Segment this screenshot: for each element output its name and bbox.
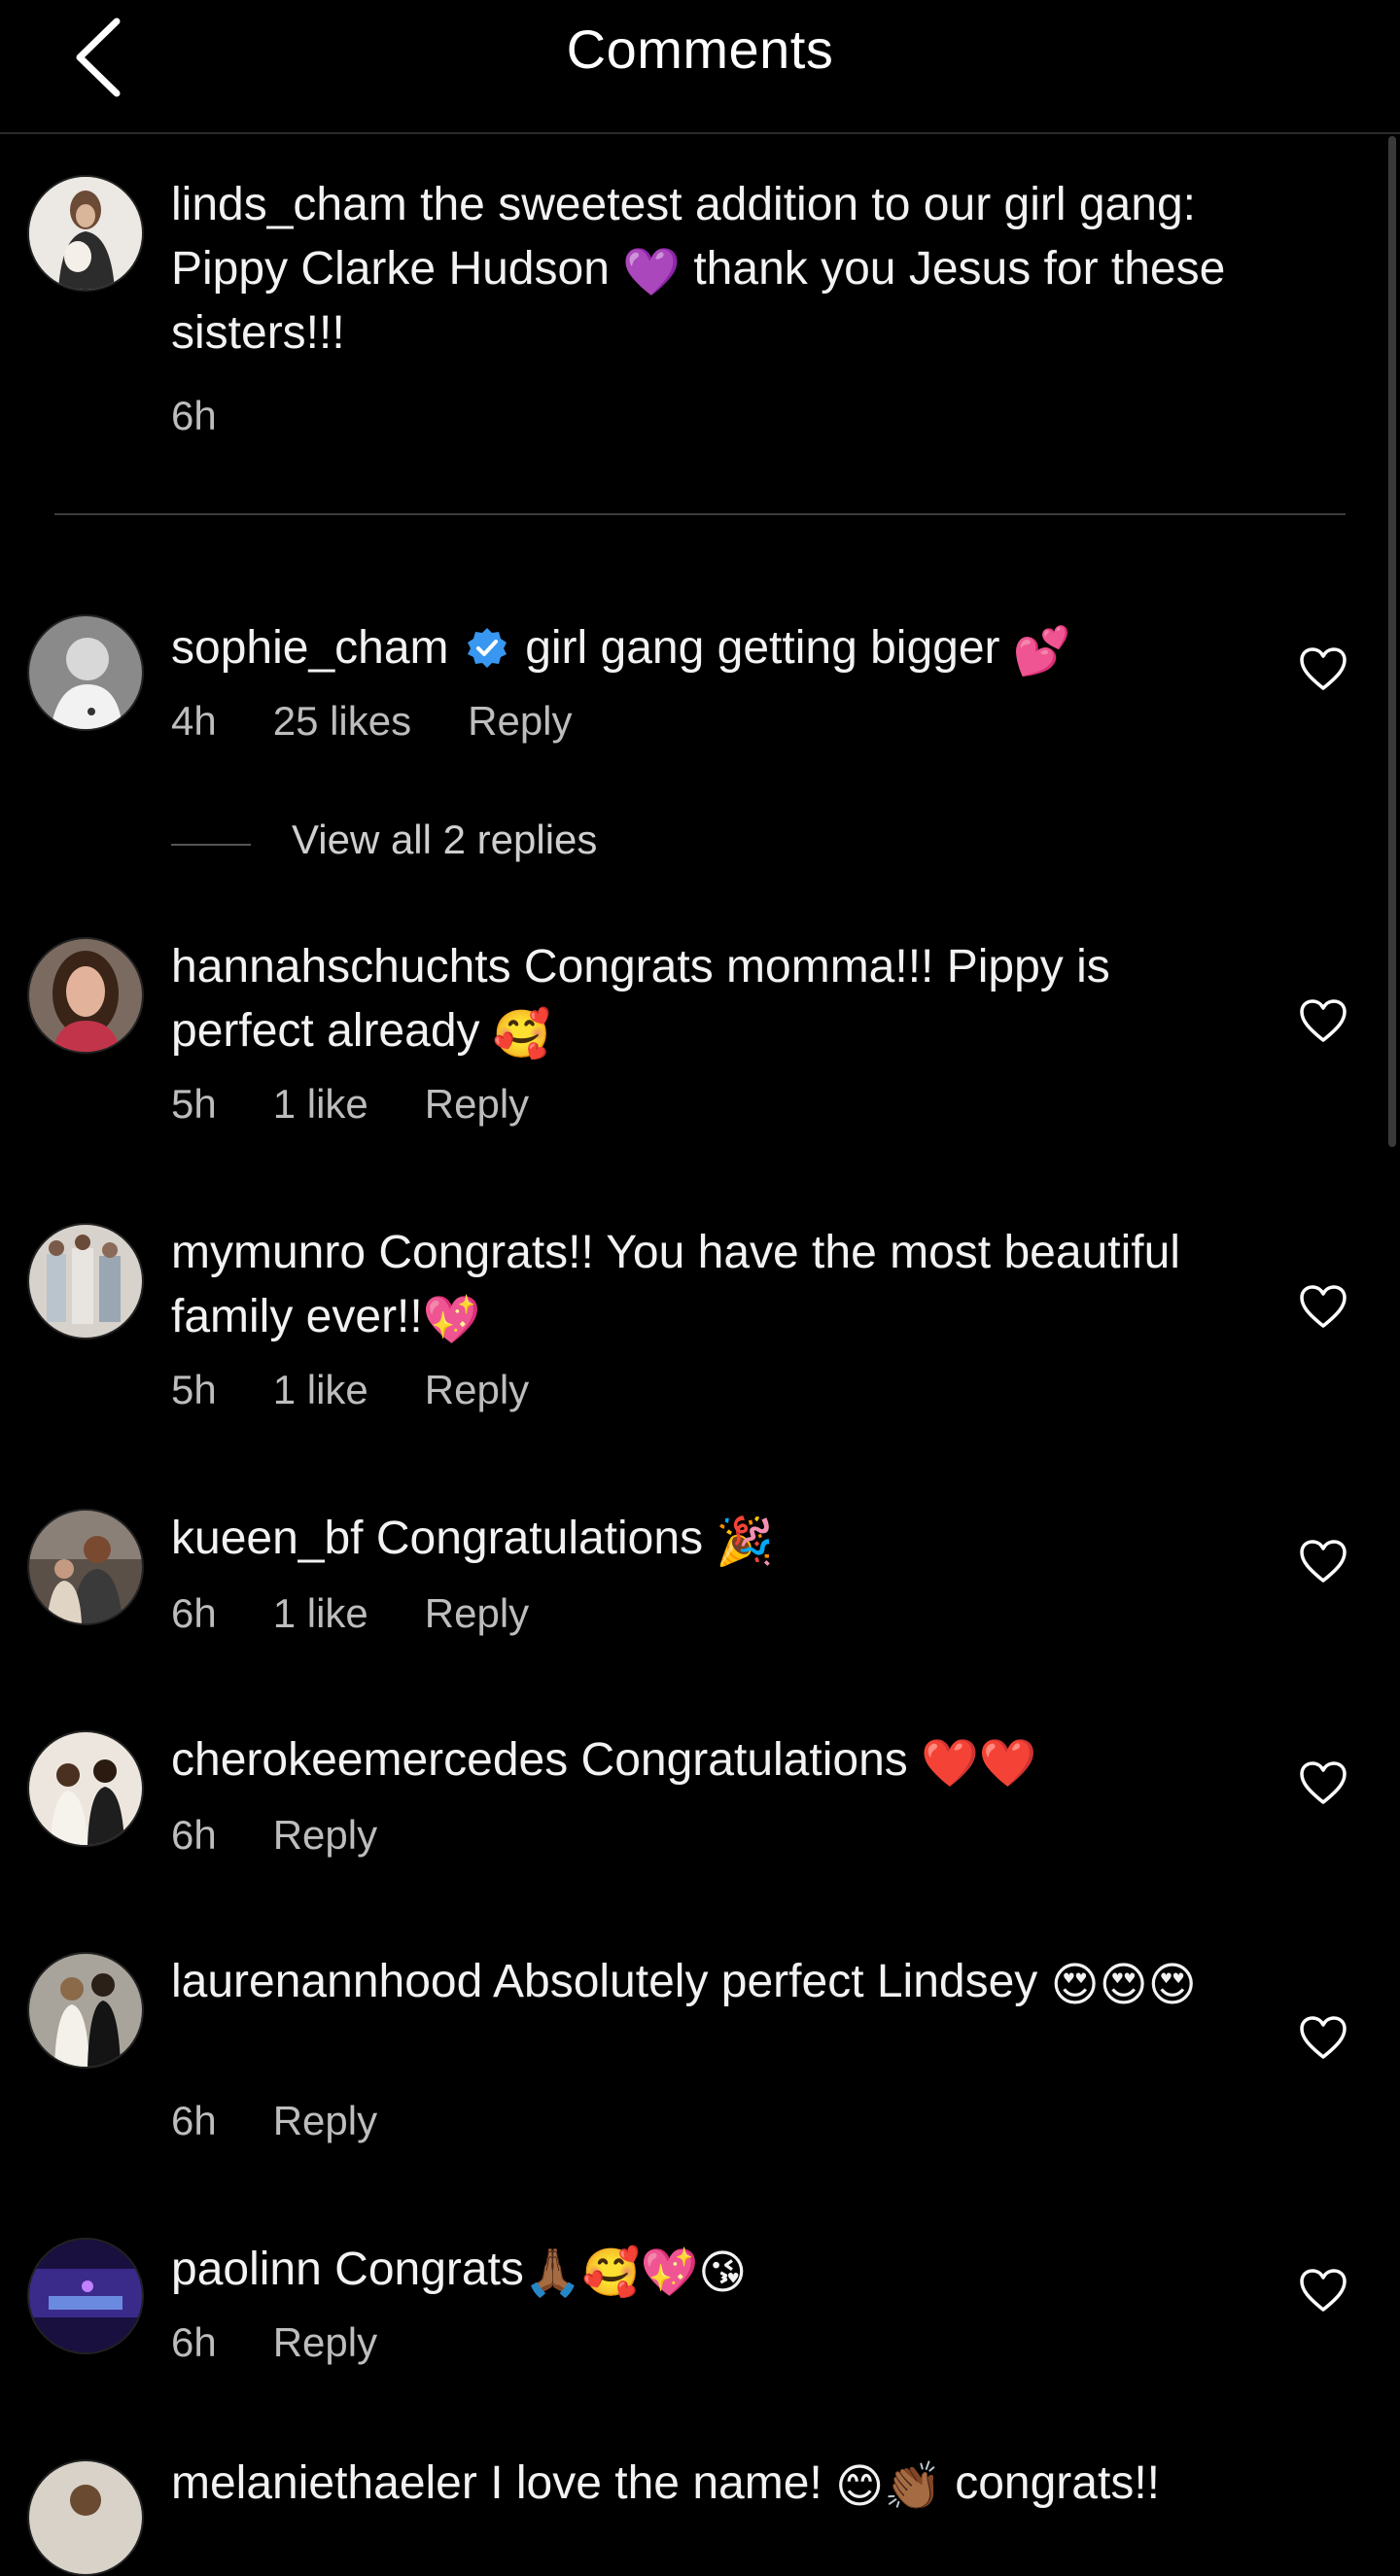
avatar[interactable] [27,614,144,731]
comment-body: Congratulations [363,1513,717,1564]
comment-username[interactable]: mymunro [171,1227,366,1278]
comment-body: Absolutely perfect Lindsey [482,1956,1051,2007]
comment-text: cherokeemercedes Congratulations ❤️❤️ [171,1728,1260,1793]
comment-body: I love the name! [476,2457,836,2509]
comment-username[interactable]: laurenannhood [171,1956,482,2007]
comment-time: 6h [171,1590,217,1636]
comment-emoji: 🥰 [492,1009,551,1061]
comment-emoji: 💕 [1012,626,1071,678]
caption-divider [54,513,1346,515]
like-heart-icon[interactable] [1299,2269,1348,2314]
avatar[interactable] [27,2238,144,2354]
comment-time: 6h [171,2319,217,2365]
comment-text: sophie_cham girl gang getting bigger 💕 [171,616,1260,680]
comment-likes[interactable]: 1 like [273,1367,368,1412]
caption-emoji: 💜 [622,247,681,298]
avatar[interactable] [27,1223,144,1340]
comment-meta: 6h Reply [171,2098,434,2144]
reply-button[interactable]: Reply [273,2098,377,2143]
avatar[interactable] [27,1730,144,1847]
comment-username[interactable]: kueen_bf [171,1513,364,1564]
verified-badge-icon [467,628,507,668]
comment-time: 4h [171,698,217,744]
caption-text: linds_cham the sweetest addition to our … [171,173,1260,366]
reply-button[interactable]: Reply [425,1367,529,1412]
comment-time: 5h [171,1081,217,1127]
comment-emoji: 😍😍😍 [1050,1960,1197,2011]
like-heart-icon[interactable] [1299,2016,1348,2061]
avatar[interactable] [27,937,144,1054]
comment-meta: 4h 25 likes Reply [171,698,629,745]
comment-likes[interactable]: 25 likes [273,698,411,744]
avatar[interactable] [27,175,144,292]
comment-text: hannahschuchts Congrats momma!!! Pippy i… [171,935,1260,1063]
reply-button[interactable]: Reply [425,1081,529,1127]
comment-body-part2: congrats!! [941,2457,1160,2509]
comment-text: melaniethaeler I love the name! 😊👏🏾 cong… [171,2452,1260,2516]
comment-emoji: 🙏🏾🥰💖😘 [523,2247,748,2299]
comment-body: girl gang getting bigger [511,622,1013,674]
comment-username[interactable]: melaniethaeler [171,2457,477,2509]
comment-text: kueen_bf Congratulations 🎉 [171,1507,1260,1571]
like-heart-icon[interactable] [1299,1285,1348,1330]
comment-meta: 6h Reply [171,1812,434,1859]
comment-likes[interactable]: 1 like [273,1590,368,1636]
caption-timestamp: 6h [171,393,217,438]
comment-meta: 6h Reply [171,2319,434,2366]
reply-button[interactable]: Reply [273,1812,377,1858]
page-title: Comments [566,18,834,80]
comment-text: paolinn Congrats🙏🏾🥰💖😘 [171,2238,1260,2302]
comment-username[interactable]: paolinn [171,2244,322,2295]
comment-body: Congrats [321,2244,524,2295]
comment-text: mymunro Congrats!! You have the most bea… [171,1221,1260,1349]
comment-meta: 6h 1 like Reply [171,1590,585,1637]
comment-username[interactable]: cherokeemercedes [171,1734,568,1786]
avatar[interactable] [27,1952,144,2069]
post-caption: linds_cham the sweetest addition to our … [0,132,1400,517]
comment-emoji: 💖 [422,1295,481,1346]
caption-username[interactable]: linds_cham [171,179,407,230]
comment-emoji: 🎉 [716,1516,775,1568]
comment-text: laurenannhood Absolutely perfect Lindsey… [171,1950,1260,2014]
reply-button[interactable]: Reply [468,698,572,744]
comment-username[interactable]: sophie_cham [171,622,449,674]
avatar[interactable] [27,1509,144,1625]
comment-likes[interactable]: 1 like [273,1081,368,1127]
like-heart-icon[interactable] [1299,1761,1348,1806]
comment-meta: 5h 1 like Reply [171,1081,585,1128]
avatar[interactable] [27,2459,144,2576]
comment-meta: 5h 1 like Reply [171,1367,585,1413]
comment-body: Congratulations [568,1734,922,1786]
header-bar: Comments [0,0,1400,134]
replies-divider [171,844,251,846]
comment-time: 6h [171,1812,217,1858]
comment-emoji: 😊👏🏾 [835,2461,942,2513]
like-heart-icon[interactable] [1299,1540,1348,1584]
comment-time: 6h [171,2098,217,2143]
comment-emoji: ❤️❤️ [921,1738,1037,1790]
comment-time: 5h [171,1367,217,1412]
reply-button[interactable]: Reply [273,2319,377,2365]
view-replies-link[interactable]: View all 2 replies [292,817,597,863]
like-heart-icon[interactable] [1299,999,1348,1044]
like-heart-icon[interactable] [1299,647,1348,692]
comment-username[interactable]: hannahschuchts [171,941,511,992]
reply-button[interactable]: Reply [425,1590,529,1636]
